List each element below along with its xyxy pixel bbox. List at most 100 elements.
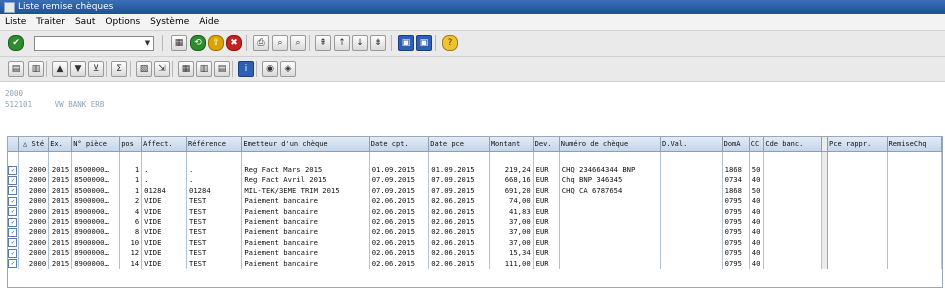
row-checkbox[interactable]: ✓ (8, 207, 18, 217)
chevron-down-icon[interactable]: ▼ (142, 37, 153, 50)
row-checkbox[interactable]: ✓ (8, 217, 18, 227)
row-select-cell[interactable]: ✓ (8, 258, 19, 270)
back-icon[interactable]: ⟲ (190, 35, 206, 51)
details-icon[interactable]: ▤ (8, 61, 24, 77)
menu-options[interactable]: Options (100, 14, 145, 30)
export-icon[interactable]: ⇲ (154, 61, 170, 77)
cell-affect: . (141, 165, 188, 176)
cell-cde-banc (763, 175, 822, 186)
find-icon[interactable]: ⌕ (272, 35, 288, 51)
column-header-emetteur[interactable]: Emetteur d'un chèque (241, 137, 370, 152)
column-header-date-cpt[interactable]: Date cpt. (369, 137, 430, 152)
enter-icon[interactable]: ✔ (8, 35, 24, 51)
information-icon[interactable]: i (238, 61, 254, 77)
new-session-icon[interactable]: ▣ (398, 35, 414, 51)
cell-reference: TEST (186, 217, 243, 228)
cell-emetteur: Reg Fact Avril 2015 (241, 175, 370, 186)
row-checkbox[interactable]: ✓ (8, 227, 18, 237)
table-row[interactable]: ✓ 2000 2015 8900000… 8 VIDE TEST Paiement banca… (8, 227, 942, 238)
column-header-date-pce[interactable]: Date pce (428, 137, 490, 152)
table-row[interactable]: ✓ 2000 2015 8900000… 14 VIDE TEST Paiement banc… (8, 258, 942, 270)
column-header-montant[interactable]: Montant (489, 137, 534, 152)
column-header-affect[interactable]: Affect. (141, 137, 188, 152)
selection-column-header[interactable] (8, 137, 19, 152)
help-icon[interactable]: ? (442, 35, 458, 51)
table-row[interactable]: ✓ 2000 2015 8500000… 1.. Reg Fact Mars 2015 01… (8, 165, 942, 176)
column-header-dev[interactable]: Dev. (533, 137, 560, 152)
row-select-cell[interactable]: ✓ (8, 206, 19, 218)
first-page-icon[interactable]: ⇞ (315, 35, 331, 51)
cell-cc: 40 (749, 175, 765, 186)
row-select-cell[interactable]: ✓ (8, 175, 19, 186)
row-select-cell[interactable]: ✓ (8, 237, 19, 249)
sort-descending-icon[interactable]: ▼ (70, 61, 86, 77)
column-header-cc[interactable]: CC (749, 137, 765, 152)
print-icon[interactable]: ⎙ (253, 35, 269, 51)
cell-affect: 01284 (141, 185, 188, 197)
cell-cde-banc (763, 258, 822, 270)
last-page-icon[interactable]: ⇟ (370, 35, 386, 51)
next-page-icon[interactable]: ↓ (352, 35, 368, 51)
previous-page-icon[interactable]: ↑ (334, 35, 350, 51)
column-header-d-val[interactable]: D.Val. (660, 137, 723, 152)
cell-d-val (660, 185, 723, 197)
column-header-doma[interactable]: DomA (722, 137, 750, 152)
filter-icon[interactable]: ⊻ (88, 61, 104, 77)
row-checkbox[interactable]: ✓ (8, 175, 18, 185)
abc-analysis-icon[interactable]: ◈ (280, 61, 296, 77)
save-icon[interactable]: ▦ (171, 35, 187, 51)
graphic-icon[interactable]: ◉ (262, 61, 278, 77)
table-row[interactable]: ✓ 2000 2015 8900000… 2 VIDE TEST Paiement banca… (8, 196, 942, 207)
row-select-cell[interactable]: ✓ (8, 196, 19, 207)
row-checkbox[interactable]: ✓ (8, 259, 18, 269)
table-row[interactable]: ✓ 2000 2015 8500000… 1.. Reg Fact Avril 2015 0… (8, 175, 942, 186)
view-icon[interactable]: ▦ (178, 61, 194, 77)
column-header-reference[interactable]: Référence (186, 137, 243, 152)
row-checkbox[interactable]: ✓ (8, 165, 18, 175)
row-checkbox[interactable]: ✓ (8, 238, 18, 248)
column-header-ste[interactable]: △ Sté (18, 137, 50, 152)
row-checkbox[interactable]: ✓ (8, 248, 18, 258)
column-header-remisechq[interactable]: RemiseChq (887, 137, 942, 152)
row-select-cell[interactable]: ✓ (8, 227, 19, 238)
command-field[interactable]: ▼ (34, 36, 154, 51)
table-row[interactable]: ✓ 2000 2015 8900000… 4 VIDE TEST Paiement banca… (8, 206, 942, 218)
cell-emetteur: Paiement bancaire (241, 258, 370, 270)
menu-liste[interactable]: Liste (0, 14, 31, 30)
menu-systeme[interactable]: Système (145, 14, 194, 30)
shortcut-icon[interactable]: ▣ (416, 35, 432, 51)
cancel-icon[interactable]: ✖ (226, 35, 242, 51)
cell-ex: 2015 (48, 258, 73, 270)
table-row[interactable]: ✓ 2000 2015 8900000… 10 VIDE TEST Paiement banc… (8, 237, 942, 249)
table-row[interactable]: ✓ 2000 2015 8900000… 6 VIDE TEST Paiement banca… (8, 217, 942, 228)
print-preview-icon[interactable]: ▧ (136, 61, 152, 77)
column-header-pce-rappr[interactable]: Pce rappr. (827, 137, 888, 152)
cell-cc: 40 (749, 258, 765, 270)
select-layout-icon[interactable]: ▤ (214, 61, 230, 77)
column-header-cde-banc[interactable]: Cde banc. (763, 137, 822, 152)
row-checkbox[interactable]: ✓ (8, 196, 18, 206)
menu-traiter[interactable]: Traiter (31, 14, 70, 30)
column-header-pos[interactable]: pos (119, 137, 143, 152)
row-checkbox[interactable]: ✓ (8, 186, 18, 196)
column-header-ex[interactable]: Ex. (48, 137, 73, 152)
menu-saut[interactable]: Saut (70, 14, 100, 30)
row-select-cell[interactable]: ✓ (8, 185, 19, 197)
cell-numero-cheque: CHQ 234664344 BNP (559, 165, 662, 176)
total-icon[interactable]: Σ (111, 61, 127, 77)
cell-montant: 668,16 (489, 175, 534, 186)
change-layout-icon[interactable]: ▥ (196, 61, 212, 77)
column-header-numero-cheque[interactable]: Numéro de chèque (559, 137, 662, 152)
table-row[interactable]: ✓ 2000 2015 8900000… 12 VIDE TEST Paiement banc… (8, 248, 942, 259)
sort-ascending-icon[interactable]: ▲ (52, 61, 68, 77)
find-next-icon[interactable]: ⌕ (290, 35, 306, 51)
row-select-cell[interactable]: ✓ (8, 217, 19, 228)
table-row[interactable]: ✓ 2000 2015 8500000… 1 01284 01284 MIL-TEK/3EME… (8, 185, 942, 197)
row-select-cell[interactable]: ✓ (8, 165, 19, 176)
cell-ste: 2000 (18, 175, 50, 186)
choose-icon[interactable]: ▥ (28, 61, 44, 77)
row-select-cell[interactable]: ✓ (8, 248, 19, 259)
column-header-no-piece[interactable]: N° pièce (71, 137, 121, 152)
exit-icon[interactable]: ⇧ (208, 35, 224, 51)
menu-aide[interactable]: Aide (194, 14, 224, 30)
